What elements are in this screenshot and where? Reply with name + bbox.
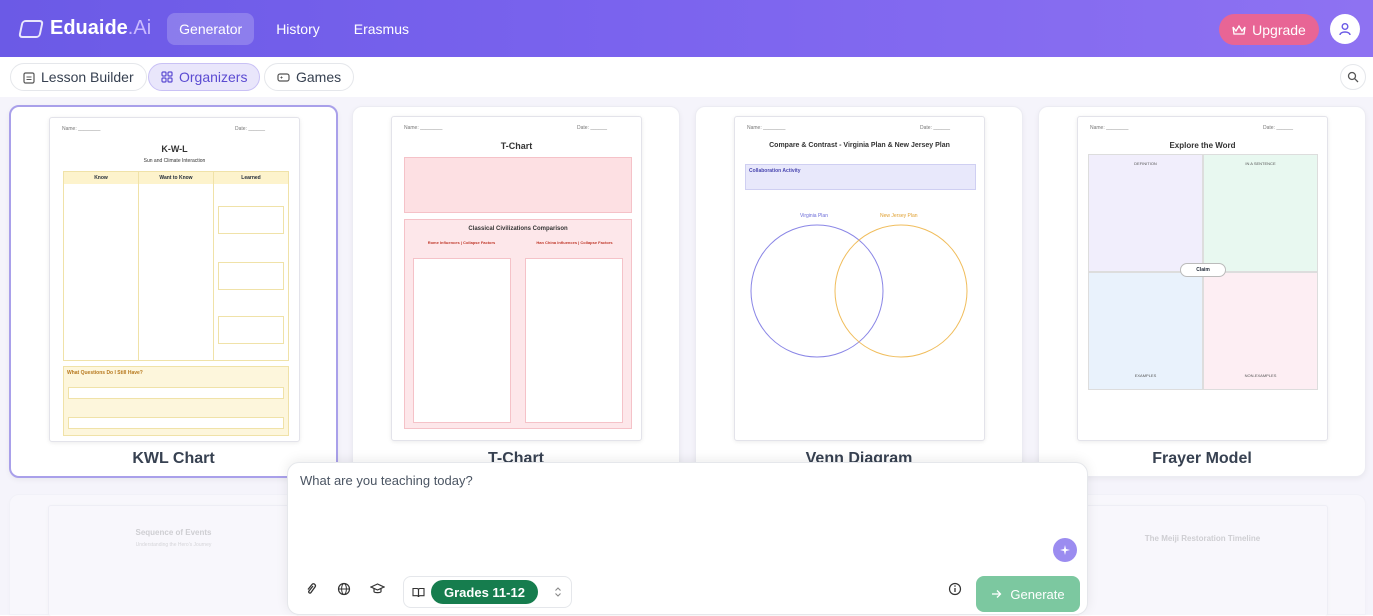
date-field: Date: ______ <box>235 126 266 132</box>
tchart-comparison: Classical Civilizations Comparison Rome … <box>404 219 632 429</box>
games-tab[interactable]: Games <box>264 63 355 91</box>
games-label: Games <box>296 69 342 85</box>
tab-history[interactable]: History <box>264 13 332 45</box>
clipboard-icon <box>23 71 35 84</box>
grade-selector[interactable]: Grades 11-12 <box>403 576 572 608</box>
kwl-preview-subtitle: Sun and Climate Interaction <box>143 158 206 164</box>
venn-left-circle <box>750 224 884 358</box>
tchart-left-header: Rome Influences | Collapse Factors <box>427 240 496 245</box>
gamepad-icon <box>277 72 290 82</box>
frayer-non-examples: NON-EXAMPLES <box>1203 272 1318 390</box>
sparkle-icon <box>1060 545 1070 555</box>
timeline-preview-title: The Meiji Restoration Timeline <box>1144 534 1261 543</box>
arrow-right-icon <box>992 590 1002 598</box>
graduation-cap-icon <box>369 583 385 594</box>
user-avatar-button[interactable] <box>1330 14 1360 44</box>
tchart-preview-title: T-Chart <box>500 141 533 151</box>
sequence-preview-subtitle: Understanding the Hero's Journey <box>135 542 212 548</box>
info-button[interactable] <box>945 579 965 599</box>
app-logo[interactable]: Eduaide .Ai <box>18 17 152 40</box>
organizer-card-tchart[interactable]: Name: ________ Date: ______ T-Chart Clas… <box>352 106 680 477</box>
sequence-preview-title: Sequence of Events <box>135 528 212 537</box>
prompt-input[interactable]: What are you teaching today? <box>300 473 473 488</box>
enhance-prompt-button[interactable] <box>1053 538 1077 562</box>
kwl-card-title: KWL Chart <box>132 450 215 467</box>
grid-icon <box>161 71 173 83</box>
web-search-button[interactable] <box>334 579 354 599</box>
attach-button[interactable] <box>301 579 321 599</box>
frayer-definition: DEFINITION <box>1088 154 1203 272</box>
tchart-instructions <box>404 157 632 213</box>
logo-icon <box>18 19 44 38</box>
grade-value: Grades 11-12 <box>431 580 538 604</box>
frayer-in-sentence: IN A SENTENCE <box>1203 154 1318 272</box>
generate-label: Generate <box>1010 586 1065 602</box>
kwl-questions-box: What Questions Do I Still Have? <box>63 366 289 436</box>
tchart-section-title: Classical Civilizations Comparison <box>468 226 568 232</box>
organizers-tab[interactable]: Organizers <box>148 63 261 91</box>
organizer-category-bar: Lesson Builder Organizers Games <box>0 57 1373 97</box>
search-icon <box>1347 71 1359 83</box>
app-name: Eduaide <box>50 17 128 39</box>
kwl-preview: Name: ________ Date: ______ K-W-L Sun an… <box>49 117 300 442</box>
generate-button[interactable]: Generate <box>976 576 1080 612</box>
lesson-builder-tab[interactable]: Lesson Builder <box>10 63 147 91</box>
name-field: Name: ________ <box>62 126 101 132</box>
tchart-right-header: Han China Influences | Collapse Factors <box>536 240 613 245</box>
info-icon <box>948 582 962 596</box>
venn-preview-title: Compare & Contrast - Virginia Plan & New… <box>769 142 950 149</box>
grade-level-button[interactable] <box>367 579 387 599</box>
frayer-center-label: Claim <box>1180 263 1226 277</box>
tchart-preview: Name: ________ Date: ______ T-Chart Clas… <box>391 116 642 441</box>
kwl-columns: Know Want to Know Learned <box>63 171 289 361</box>
venn-preview: Name: ________ Date: ______ Compare & Co… <box>734 116 985 441</box>
venn-circles <box>750 224 968 358</box>
app-name-suffix: .Ai <box>127 17 152 39</box>
paperclip-icon <box>307 583 317 594</box>
venn-right-circle <box>834 224 968 358</box>
user-icon <box>1339 23 1351 36</box>
organizer-card-kwl[interactable]: Name: ________ Date: ______ K-W-L Sun an… <box>9 105 338 478</box>
kwl-preview-title: K-W-L <box>161 144 188 154</box>
search-button[interactable] <box>1340 64 1366 90</box>
frayer-preview-title: Explore the Word <box>1169 141 1236 150</box>
prompt-composer: What are you teaching today? Grades 11-1… <box>287 462 1088 615</box>
book-icon <box>412 587 425 597</box>
frayer-preview: Name: ________ Date: ______ Explore the … <box>1077 116 1328 441</box>
globe-icon <box>337 582 351 596</box>
chevron-updown-icon <box>555 587 561 597</box>
tab-generator[interactable]: Generator <box>167 12 255 45</box>
kwl-col-know: Know <box>64 172 138 184</box>
organizer-card-frayer[interactable]: Name: ________ Date: ______ Explore the … <box>1038 106 1366 477</box>
kwl-col-learned: Learned <box>214 172 288 184</box>
venn-activity-box: Collaboration Activity <box>745 164 976 190</box>
crown-icon <box>1232 24 1246 35</box>
lesson-builder-label: Lesson Builder <box>41 69 134 85</box>
upgrade-button[interactable]: Upgrade <box>1219 14 1319 45</box>
top-navbar: Eduaide .Ai Generator History Erasmus Upg… <box>0 0 1373 57</box>
organizers-label: Organizers <box>179 69 248 85</box>
organizer-card-venn[interactable]: Name: ________ Date: ______ Compare & Co… <box>695 106 1023 477</box>
kwl-col-want: Want to Know <box>139 172 213 184</box>
frayer-examples: EXAMPLES <box>1088 272 1203 390</box>
frayer-card-title: Frayer Model <box>1152 450 1252 467</box>
venn-activity-title: Collaboration Activity <box>749 168 801 174</box>
upgrade-label: Upgrade <box>1252 21 1306 38</box>
kwl-footer-title: What Questions Do I Still Have? <box>67 370 143 376</box>
tab-erasmus[interactable]: Erasmus <box>342 13 421 45</box>
